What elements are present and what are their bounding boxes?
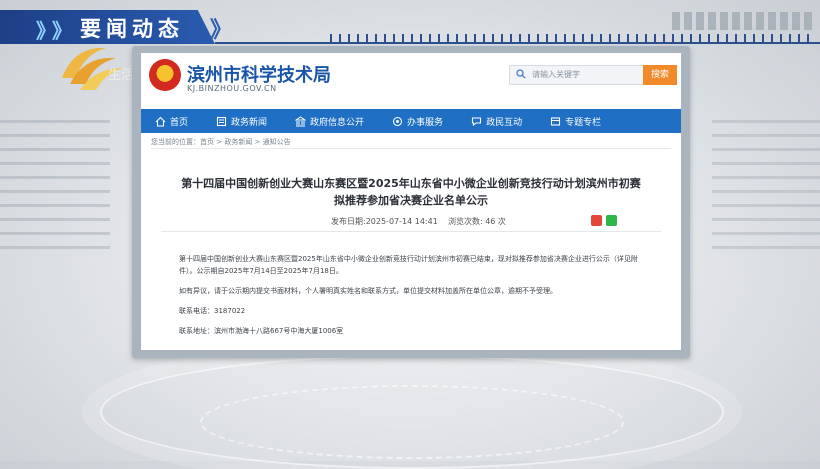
nav-item-home[interactable]: 首页 (141, 109, 202, 133)
floor-inner-ring-decoration (200, 385, 624, 459)
article-paragraph: 如有异议，请于公示期内提交书面材料，个人署明真实姓名和联系方式，单位提交材料加盖… (179, 287, 557, 295)
search-input[interactable]: 请输入关键字 (509, 65, 645, 85)
nav-item-interaction[interactable]: 政民互动 (457, 109, 536, 133)
webpage-screenshot: 滨州市科学技术局 KJ.BINZHOU.GOV.CN 请输入关键字 搜索 首页 … (141, 53, 681, 350)
topic-icon (551, 116, 561, 126)
nav-item-services[interactable]: 办事服务 (378, 109, 457, 133)
article-body: 第十四届中国创新创业大赛山东赛区暨2025年山东省中小微企业创新竞技行动计划滨州… (179, 253, 649, 345)
background-stripes-right (712, 120, 820, 260)
nav-label: 首页 (170, 117, 189, 128)
nav-label: 政府信息公开 (310, 117, 365, 128)
news-icon (216, 116, 227, 126)
banner-underline (215, 42, 820, 44)
background-stripes-left (0, 120, 110, 260)
view-count: 浏览次数: 46 次 (447, 217, 506, 226)
search-button[interactable]: 搜索 (643, 65, 677, 85)
nav-label: 办事服务 (407, 117, 444, 128)
weibo-share-icon[interactable] (591, 215, 602, 226)
article-meta: 发布日期:2025-07-14 14:41 浏览次数: 46 次 (331, 216, 506, 227)
article-title: 第十四届中国创新创业大赛山东赛区暨2025年山东省中小微企业创新竞技行动计划滨州… (161, 175, 661, 209)
nav-label: 政务新闻 (231, 117, 268, 128)
divider (161, 231, 661, 232)
breadcrumb[interactable]: 您当前的位置：首页 > 政务新闻 > 通知公告 (151, 137, 291, 147)
banner-ruler-ticks (330, 34, 810, 42)
site-domain: KJ.BINZHOU.GOV.CN (187, 84, 277, 93)
government-icon (295, 115, 307, 126)
nav-item-government-info[interactable]: 政府信息公开 (281, 109, 378, 133)
article-paragraph: 第十四届中国创新创业大赛山东赛区暨2025年山东省中小微企业创新竞技行动计划滨州… (179, 255, 638, 275)
search-icon (516, 69, 526, 79)
article-title-line: 拟推荐参加省决赛企业名单公示 (334, 194, 488, 207)
nav-label: 政民互动 (486, 117, 523, 128)
wechat-share-icon[interactable] (606, 215, 617, 226)
station-logo-text: 生活 (108, 68, 135, 83)
service-icon (392, 116, 403, 126)
nav-item-news[interactable]: 政务新闻 (202, 109, 281, 133)
chat-icon (472, 116, 482, 126)
contact-address: 联系地址：滨州市渤海十八路667号中海大厦1006室 (179, 327, 344, 335)
nav-item-topics[interactable]: 专题专栏 (536, 109, 615, 133)
search-placeholder: 请输入关键字 (532, 70, 580, 79)
article-title-line: 第十四届中国创新创业大赛山东赛区暨2025年山东省中小微企业创新竞技行动计划滨州… (181, 177, 641, 190)
main-nav: 首页 政务新闻 政府信息公开 办事服务 政民互动 专题专栏 (141, 109, 681, 133)
publish-date: 发布日期:2025-07-14 14:41 (331, 217, 438, 226)
nav-label: 专题专栏 (565, 117, 602, 128)
banner-arrow-icon: 》 (210, 18, 233, 43)
site-header: 滨州市科学技术局 KJ.BINZHOU.GOV.CN 请输入关键字 搜索 (141, 53, 681, 107)
divider (151, 148, 671, 149)
share-buttons (591, 215, 617, 226)
banner-right-decoration (672, 12, 812, 30)
national-emblem-icon (149, 59, 181, 91)
contact-phone: 联系电话：3187022 (179, 307, 246, 315)
home-icon (155, 116, 166, 127)
